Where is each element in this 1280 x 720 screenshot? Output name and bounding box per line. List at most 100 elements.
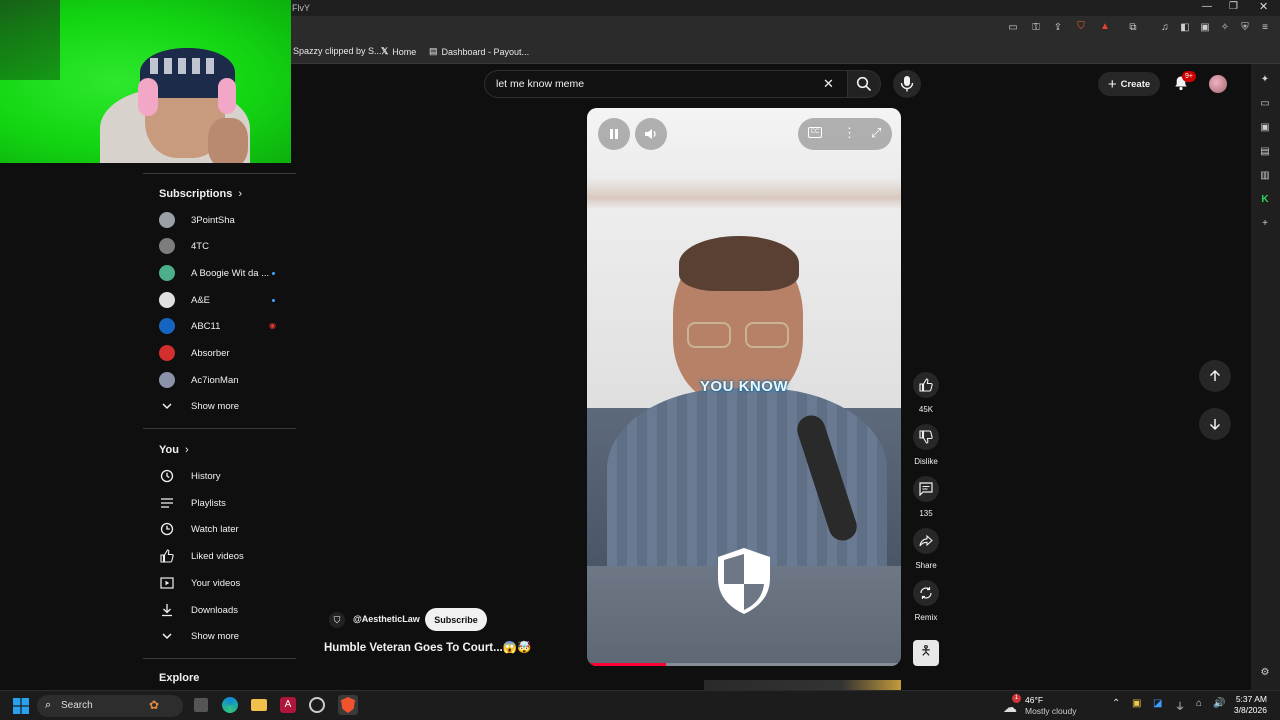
voice-search-button[interactable] [893,70,921,98]
minimize-icon[interactable]: — [1202,1,1212,12]
sidebar-item-history[interactable]: History [143,463,296,489]
new-content-dot [272,299,275,302]
volume-button[interactable] [635,118,667,150]
sidebar-item-liked-videos[interactable]: Liked videos [143,543,296,569]
create-button[interactable]: + Create [1098,72,1160,96]
remix-button[interactable] [913,580,939,606]
settings-gear-icon[interactable]: ⚙ [1259,667,1271,679]
sidebar-toggle-icon[interactable]: ◧ [1179,22,1191,34]
brave-rewards-icon[interactable]: ▲ [1099,21,1111,33]
sidebar-item-3pointsha[interactable]: 3PointSha [143,207,296,233]
vpn-icon[interactable]: ⛨ [1239,22,1251,34]
speaker-icon[interactable]: 🔊 [1213,698,1225,709]
file-explorer-icon[interactable] [251,699,267,711]
sidebar-item-label: Your videos [191,577,241,589]
you-heading[interactable]: You › [159,444,189,456]
cast-icon[interactable]: ▭ [1007,22,1019,34]
sound-thumbnail[interactable]: 🯅 [913,640,939,666]
chevron-up-icon[interactable]: ⌃ [1112,698,1120,709]
comments-button[interactable] [913,476,939,502]
clock-date[interactable]: 3/8/2026 [1227,705,1267,715]
edge-browser-icon[interactable] [222,697,238,713]
bookmarks-panel-icon[interactable]: ▤ [1259,146,1271,158]
search-button[interactable] [847,70,881,98]
sidebar-item-ae[interactable]: A&E [143,287,296,313]
add-panel-icon[interactable]: + [1259,218,1271,230]
notification-badge: 9+ [1182,71,1196,82]
brave-shield-icon[interactable]: ⛉ [1075,21,1087,33]
tv-icon[interactable]: ▭ [1259,98,1271,110]
network-icon[interactable]: ⌂ [1196,698,1202,709]
clock-time[interactable]: 5:37 AM [1233,694,1267,704]
sidebar-item-watch-later[interactable]: Watch later [143,516,296,542]
sidebar-item-playlists[interactable]: Playlists [143,490,296,516]
divider [143,658,296,659]
bookmark-dashboard[interactable]: ▤ Dashboard - Payout... [429,46,529,57]
notifications-button[interactable]: 9+ [1173,71,1196,93]
live-icon: ◉ [269,321,276,330]
taskbar-search-box[interactable]: ⌕ Search ✿ [37,695,183,717]
previous-short-button[interactable] [1199,360,1231,392]
weather-desc: Mostly cloudy [1025,706,1077,716]
subscriptions-heading[interactable]: Subscriptions › [159,188,242,200]
pause-button[interactable] [598,118,630,150]
task-view-icon[interactable] [194,698,208,712]
progress-track[interactable] [587,663,901,666]
glasses-lens-left [687,322,731,348]
wallet-panel-icon[interactable]: ▣ [1259,122,1271,134]
sidebar-item-ac7ionman[interactable]: Ac7ionMan [143,367,296,393]
share-button[interactable] [913,528,939,554]
sidebar-item-label: Ac7ionMan [191,374,239,386]
tray-app-icon-2[interactable]: ◪ [1153,698,1162,709]
bookmark-home[interactable]: 𝕏 Home [381,46,416,57]
reading-list-icon[interactable]: ▥ [1259,170,1271,182]
kick-icon[interactable]: K [1259,194,1271,206]
next-short-button[interactable] [1199,408,1231,440]
extension-icon[interactable]: ⧉ [1127,22,1139,34]
search-input[interactable]: let me know meme ✕ [484,70,848,98]
sidebar-item-downloads[interactable]: Downloads [143,597,296,623]
video-title[interactable]: Humble Veteran Goes To Court...😱🤯 [324,640,531,654]
fullscreen-icon[interactable]: ⤢ [871,125,881,141]
obs-icon[interactable] [309,697,325,713]
sidebar-item-your-videos[interactable]: Your videos [143,570,296,596]
thumbs-up-icon [919,378,933,392]
brave-taskbar-button[interactable] [338,695,358,715]
windows-start-icon[interactable] [13,698,29,714]
short-video-player[interactable]: YOU KNOW CC ⋮ ⤢ [587,108,901,666]
show-more-subscriptions[interactable]: Show more [143,393,296,419]
bookmark-spazzy[interactable]: Spazzy clipped by S... [293,46,382,56]
menu-icon[interactable]: ≡ [1259,22,1271,34]
sidebar-item-absorber[interactable]: Absorber [143,340,296,366]
thumbs-down-icon [919,430,933,444]
closed-captions-icon[interactable]: CC [808,127,822,138]
sidebar-item-a-boogie[interactable]: A Boogie Wit da ... [143,260,296,286]
channel-avatar[interactable]: ⛉ [329,612,345,628]
restore-icon[interactable]: ❐ [1229,1,1238,12]
avatar[interactable] [1209,75,1227,93]
show-more-you[interactable]: Show more [143,623,296,649]
history-icon [159,468,175,484]
tray-app-icon[interactable]: ▣ [1132,698,1141,709]
subscribe-button[interactable]: Subscribe [425,608,487,631]
leo-ai-icon[interactable]: ✦ [1259,74,1271,86]
channel-handle[interactable]: @AestheticLaw [353,614,420,624]
search-highlight-icon: ✿ [149,698,160,712]
leo-icon[interactable]: ✧ [1219,22,1231,34]
sidebar-item-abc11[interactable]: ABC11 ◉ [143,313,296,339]
music-icon[interactable]: ♫ [1159,22,1171,34]
like-button[interactable] [913,372,939,398]
clear-search-icon[interactable]: ✕ [823,76,834,92]
sidebar-item-4tc[interactable]: 4TC [143,233,296,259]
share-icon[interactable]: ⇪ [1052,22,1064,34]
shield-icon [714,546,774,616]
tab-title[interactable]: FlvY [292,3,310,13]
weather-widget[interactable]: ☁ 1 46°F Mostly cloudy [1003,694,1103,717]
close-window-icon[interactable]: ✕ [1259,0,1268,13]
dislike-button[interactable] [913,424,939,450]
microphone-tray-icon[interactable]: ⏚ [1175,698,1185,713]
app-a-icon[interactable]: A [280,697,296,713]
key-icon[interactable]: ⚿ [1030,22,1042,34]
wallet-icon[interactable]: ▣ [1199,22,1211,34]
more-options-icon[interactable]: ⋮ [843,125,856,141]
